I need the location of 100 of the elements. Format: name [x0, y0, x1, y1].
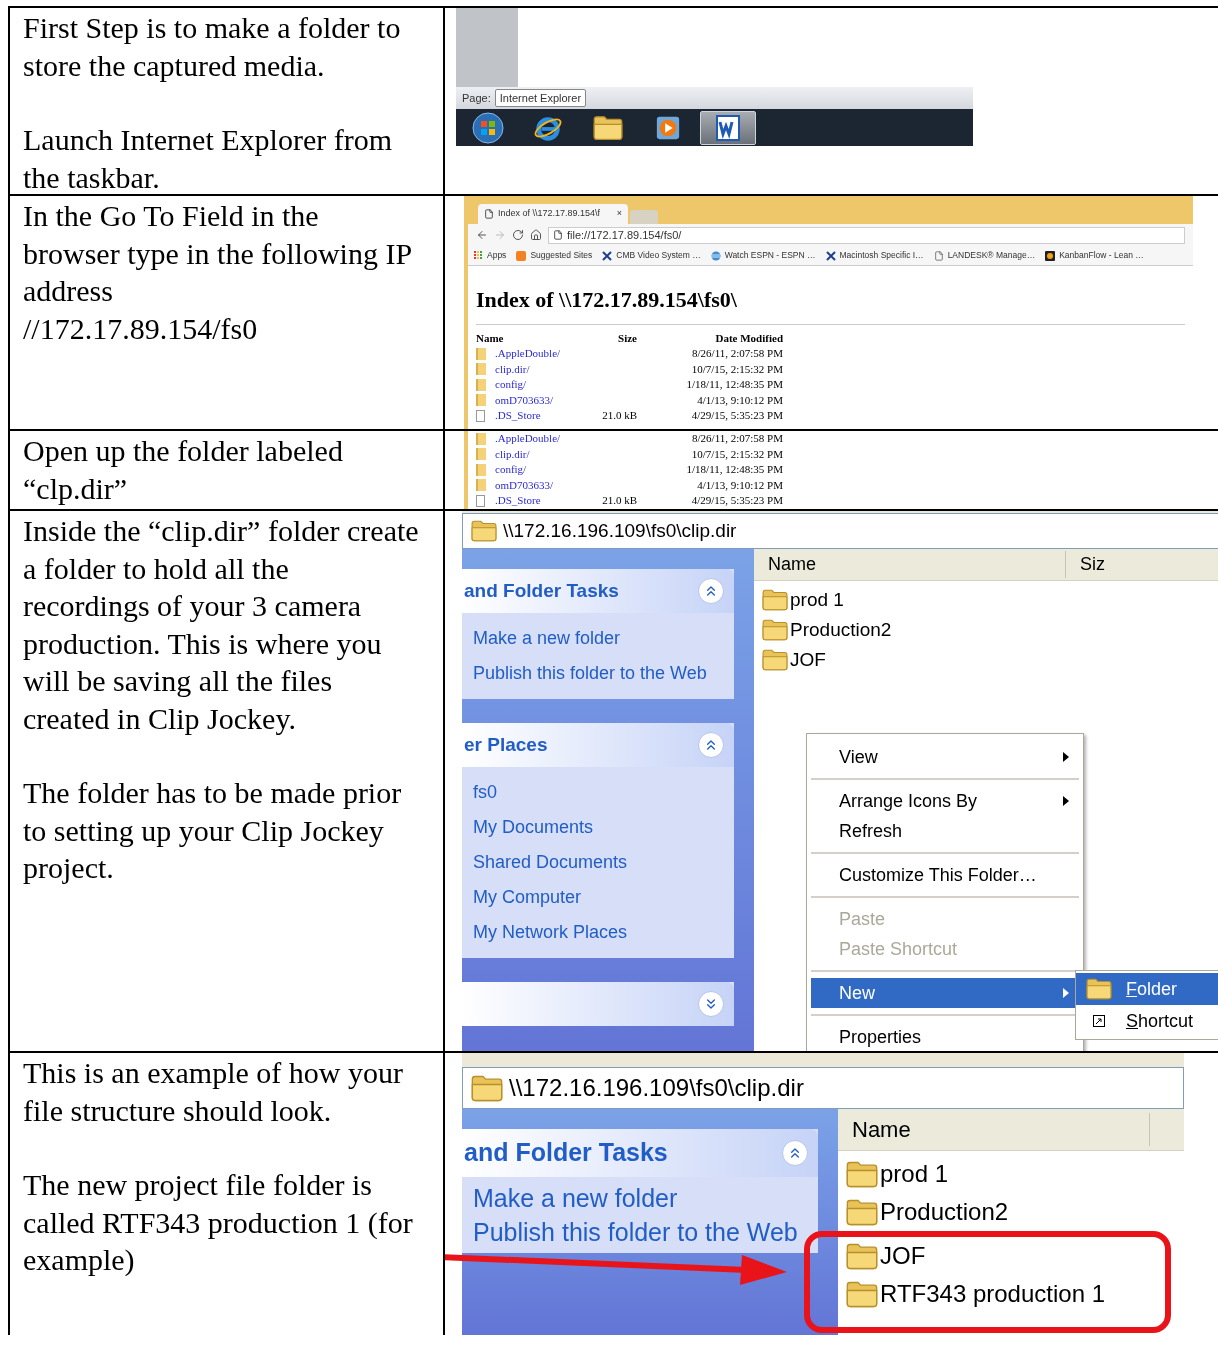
address-field[interactable]: \\172.16.196.109\fs0\clip.dir	[462, 513, 1218, 549]
panel-title: and Folder Tasks	[464, 1137, 668, 1169]
task-link[interactable]: Shared Documents	[473, 845, 723, 880]
folder-name[interactable]: JOF	[790, 645, 826, 675]
file-link[interactable]: .AppleDouble/	[495, 346, 595, 362]
folder-icon	[476, 378, 486, 391]
browser-tab[interactable]: Index of \\172.17.89.154\f ×	[478, 204, 628, 224]
folder-name[interactable]: Production2	[790, 615, 892, 645]
folder-icon	[476, 394, 486, 407]
date-text: 10/7/15, 2:15:32 PM	[690, 446, 783, 462]
bookmark-link[interactable]: Macintosh Specific I…	[839, 249, 924, 262]
file-link[interactable]: clip.dir/	[495, 361, 595, 377]
page-icon	[933, 250, 944, 261]
column-header: Size	[617, 331, 637, 346]
file-link[interactable]: omD703633/	[495, 392, 595, 408]
file-link[interactable]: clip.dir/	[495, 446, 595, 462]
folder-icon	[1086, 978, 1112, 1000]
file-link[interactable]: config/	[495, 462, 595, 478]
instruction-text: Open up the folder labeled “clp.dir”	[23, 433, 344, 507]
instruction-text: //172.17.89.154/fs0	[23, 310, 259, 347]
instruction-text: The folder has to be made prior to setting up your Clip Jockey project.	[23, 775, 403, 886]
submenu-arrow-icon	[1063, 796, 1069, 806]
reload-icon[interactable]	[512, 229, 524, 241]
date-text: 4/1/13, 9:10:12 PM	[696, 477, 783, 493]
address-text: \\172.16.196.109\fs0\clip.dir	[509, 1073, 804, 1103]
folder-name[interactable]: Production2	[880, 1193, 1009, 1231]
address-field[interactable]: file://172.17.89.154/fs0/	[548, 226, 1185, 244]
shortcut-icon	[1093, 1015, 1105, 1027]
home-icon[interactable]	[530, 229, 542, 241]
collapse-icon[interactable]	[698, 732, 724, 758]
menu-item[interactable]: View	[811, 742, 1079, 772]
file-link[interactable]: config/	[495, 377, 595, 393]
menu-item[interactable]: Arrange Icons By	[811, 786, 1079, 816]
folder-icon	[762, 589, 788, 611]
task-link[interactable]: My Network Places	[473, 915, 723, 950]
column-header[interactable]: Siz	[1066, 551, 1119, 578]
start-orb-icon	[472, 111, 504, 144]
file-link[interactable]: .AppleDouble/	[495, 431, 595, 447]
bookmark-link[interactable]: Watch ESPN - ESPN …	[724, 249, 816, 262]
folder-name[interactable]: prod 1	[880, 1155, 949, 1193]
taskbar-button[interactable]	[700, 110, 756, 145]
folder-icon	[471, 1074, 503, 1102]
column-header[interactable]: Name	[838, 1113, 1150, 1146]
file-link[interactable]: omD703633/	[495, 477, 595, 493]
folder-name[interactable]: RTF343 production 1	[880, 1275, 1106, 1313]
task-link[interactable]: Make a new folder	[473, 1181, 807, 1215]
task-link[interactable]: fs0	[473, 775, 723, 810]
task-link[interactable]: Make a new folder	[473, 621, 723, 656]
menu-item[interactable]: Customize This Folder…	[811, 860, 1079, 890]
document-icon	[714, 113, 742, 142]
logo-icon	[1045, 250, 1056, 261]
folder-icon	[846, 1280, 878, 1308]
address-field[interactable]: \\172.16.196.109\fs0\clip.dir	[462, 1067, 1184, 1109]
collapse-icon[interactable]	[782, 1140, 808, 1166]
file-link[interactable]: .DS_Store	[495, 493, 595, 509]
menu-item[interactable]: Refresh	[811, 816, 1079, 846]
bookmark-link[interactable]: Suggested Sites	[530, 249, 593, 262]
task-link[interactable]: My Documents	[473, 810, 723, 845]
menu-item[interactable]: Shortcut	[1076, 1005, 1218, 1037]
bookmark-link[interactable]: KanbanFlow - Lean …	[1059, 249, 1144, 262]
menu-item[interactable]: Properties	[811, 1022, 1079, 1051]
bookmark-link[interactable]: CMB Video System …	[616, 249, 701, 262]
page-icon	[553, 230, 563, 240]
page-heading: Index of \\172.17.89.154\fs0\	[476, 286, 738, 314]
folder-icon	[846, 1242, 878, 1270]
instruction-text: Inside the “clip.dir” folder create a folder to hold all the recordings of your 3 camera production. This is where you will be saving all the files created in Clip Jockey.	[23, 513, 419, 737]
column-header: Date Modified	[714, 331, 783, 346]
folder-icon	[476, 363, 486, 376]
folder-icon	[476, 448, 486, 461]
task-link[interactable]: My Computer	[473, 880, 723, 915]
back-icon[interactable]	[476, 229, 488, 241]
date-text: 4/1/13, 9:10:12 PM	[696, 392, 783, 408]
folder-icon	[762, 619, 788, 641]
task-link[interactable]: Publish this folder to the Web	[473, 656, 723, 691]
bookmark-link[interactable]: Apps	[487, 249, 507, 262]
folder-icon	[471, 520, 497, 542]
folder-icon	[476, 432, 486, 445]
task-link[interactable]: Publish this folder to the Web	[473, 1215, 807, 1249]
folder-icon	[846, 1198, 878, 1226]
file-link[interactable]: .DS_Store	[495, 408, 595, 424]
instruction-text: In the Go To Field in the browser type in the following IP address	[23, 198, 412, 309]
column-header[interactable]: Name	[754, 551, 1066, 578]
bookmark-link[interactable]: LANDESK® Manage…	[947, 249, 1036, 262]
panel-title: and Folder Tasks	[464, 578, 619, 603]
close-icon[interactable]: ×	[616, 207, 622, 221]
folder-icon	[762, 649, 788, 671]
expand-icon[interactable]	[698, 991, 724, 1017]
folder-name[interactable]: JOF	[880, 1237, 926, 1275]
date-text: 8/26/11, 2:07:58 PM	[691, 431, 783, 446]
collapse-icon[interactable]	[698, 578, 724, 604]
tab-title: Index of \\172.17.89.154\f	[498, 207, 602, 221]
folder-icon	[476, 347, 486, 360]
date-text: 4/29/15, 5:35:23 PM	[690, 408, 783, 423]
address-text: \\172.16.196.109\fs0\clip.dir	[503, 518, 737, 543]
crossed-tools-icon	[602, 250, 613, 261]
date-text: 8/26/11, 2:07:58 PM	[691, 346, 783, 361]
folder-name[interactable]: prod 1	[790, 585, 844, 615]
submenu-arrow-icon	[1063, 988, 1069, 998]
menu-item[interactable]: Folder	[1076, 973, 1218, 1005]
submenu-arrow-icon	[1063, 752, 1069, 762]
